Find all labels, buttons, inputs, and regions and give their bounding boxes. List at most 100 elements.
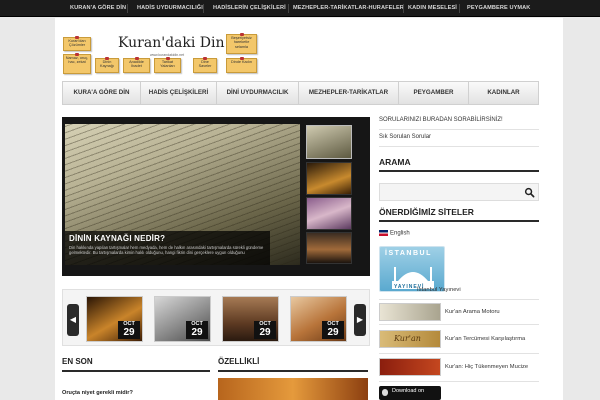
pin-icon (105, 57, 109, 60)
topnav-separator (459, 4, 460, 13)
search-input[interactable] (383, 186, 518, 198)
pin-icon (165, 57, 170, 60)
date-day: 29 (123, 327, 135, 338)
post-carousel: ◀ OCT 29 OCT 29 OCT 29 OCT 29 ▶ (62, 289, 370, 346)
section-heading-latest: EN SON (62, 357, 93, 366)
sidebar-divider (379, 299, 539, 300)
sticky-note: Kuran'dan Çözümler (63, 36, 91, 51)
nav-item-kurana-gore-din[interactable]: KURA'A GÖRE DİN (63, 82, 141, 104)
carousel-next-button[interactable]: ▶ (354, 304, 366, 336)
nav-item-hadis-celiskileri[interactable]: HADİS ÇELİŞKİLERİ (141, 82, 217, 104)
quran-translation-link[interactable]: Kur'an Tercümesi Karşılaştırma (445, 336, 525, 342)
sidebar-divider (379, 324, 539, 325)
app-store-badge[interactable]: Download on (379, 386, 441, 400)
carousel-item[interactable]: OCT 29 (86, 296, 143, 342)
topnav-item-peygambere-uymak[interactable]: PEYGAMBERE UYMAK (467, 0, 530, 17)
faq-link[interactable]: Sık Sorulan Sorular (379, 134, 431, 140)
search-box (379, 183, 539, 201)
topnav-item-hadislerin-celiskileri[interactable]: HADİSLERİN ÇELİŞKİLERİ (213, 0, 286, 17)
pin-icon (239, 57, 244, 60)
carousel-prev-button[interactable]: ◀ (67, 304, 79, 336)
sticky-note: Dinde Kadın (226, 57, 257, 73)
date-badge: OCT 29 (322, 321, 344, 339)
page-container: Kuran'dan Çözümler Namaz, oruç, hac, zek… (55, 18, 563, 400)
english-link[interactable]: English (379, 230, 410, 237)
section-divider (379, 220, 539, 222)
topnav-separator (288, 4, 289, 13)
sidebar-divider (379, 353, 539, 354)
date-badge: OCT 29 (118, 321, 140, 339)
section-divider (379, 170, 539, 172)
pin-icon (75, 36, 79, 39)
pin-icon (75, 53, 79, 56)
note-text: Anadilde İbadet (129, 60, 144, 69)
topnav-separator (203, 4, 204, 13)
note-text: Tarikat Yalanları (160, 60, 175, 69)
sticky-note: Anadilde İbadet (123, 57, 150, 73)
section-divider (218, 370, 368, 372)
english-label: English (390, 230, 410, 237)
sticky-note: Tarikat Yalanları (154, 57, 181, 73)
sidebar-divider (379, 381, 539, 382)
quran-miracle-banner[interactable] (379, 358, 441, 376)
nav-item-peygamber[interactable]: PEYGAMBER (399, 82, 469, 104)
carousel-item[interactable]: OCT 29 (222, 296, 279, 342)
quran-translation-banner[interactable]: Kur'an (379, 330, 441, 348)
pin-icon (239, 33, 244, 36)
quran-miracle-link[interactable]: Kur'an: Hiç Tükenmeyen Mucize (445, 364, 528, 370)
date-day: 29 (327, 327, 339, 338)
topnav-separator (403, 4, 404, 13)
sticky-note: Dine Saveler (193, 57, 217, 73)
topnav-item-hadis-uydurmaciligi[interactable]: HADİS UYDURMACILIĞI (137, 0, 203, 17)
topnav-item-kadin-meselesi[interactable]: KADIN MESELESİ (408, 0, 457, 17)
slide-title[interactable]: DİNİN KAYNAĞI NEDİR? (69, 234, 266, 243)
search-icon[interactable] (524, 187, 535, 198)
note-text: Dinde Kadın (231, 60, 252, 64)
note-text: Kuran'dan Çözümler (68, 39, 86, 48)
apple-icon (382, 389, 388, 396)
section-divider (62, 370, 210, 372)
download-label: Download on (392, 388, 425, 394)
nav-item-mezhepler-tarikatlar[interactable]: MEZHEPLER-TARİKATLAR (299, 82, 399, 104)
carousel-item[interactable]: OCT 29 (290, 296, 347, 342)
istanbul-yayinevi-link[interactable]: İstanbul Yayınevi (417, 287, 461, 293)
slider-thumbnail[interactable] (306, 162, 352, 195)
note-text: Beşeriyetsiz hareketle selamla (231, 36, 252, 49)
slider-thumbnail[interactable] (306, 197, 352, 230)
top-navigation-bar: KURAN'A GÖRE DİN HADİS UYDURMACILIĞI HAD… (0, 0, 600, 17)
date-badge: OCT 29 (186, 321, 208, 339)
quran-search-link[interactable]: Kur'an Arama Motoru (445, 309, 500, 315)
featured-post-image[interactable] (218, 378, 368, 400)
latest-post-title[interactable]: Oruçta niyet gerekli midir? (62, 390, 133, 396)
slide-excerpt: Din hakkında yapılan tartışmalar hem med… (69, 245, 264, 256)
sticky-note: Dinin Kaynağı (95, 57, 119, 73)
note-text: Dine Saveler (198, 60, 212, 69)
sidebar-divider (379, 129, 539, 130)
banner-text: Kur'an (394, 334, 421, 343)
topnav-separator (127, 4, 128, 13)
istanbul-yayinevi-logo[interactable]: İSTANBUL YAYINEVİ (379, 246, 445, 292)
carousel-item[interactable]: OCT 29 (154, 296, 211, 342)
istanbul-logo-text: İSTANBUL (385, 250, 432, 257)
sticky-note: Namaz, oruç, hac, zekat (63, 53, 91, 74)
sticky-note: Beşeriyetsiz hareketle selamla (226, 33, 257, 54)
slide-caption[interactable]: DİNİN KAYNAĞI NEDİR? Din hakkında yapıla… (65, 231, 270, 265)
date-day: 29 (191, 327, 203, 338)
slider-thumbnail[interactable] (306, 232, 352, 264)
nav-item-kadinlar[interactable]: KADINLAR (469, 82, 538, 104)
topnav-item-kurana-gore-din[interactable]: KURAN'A GÖRE DİN (70, 0, 126, 17)
date-badge: OCT 29 (254, 321, 276, 339)
topnav-item-mezhepler[interactable]: MEZHEPLER-TARİKATLAR-HURAFELER (293, 0, 404, 17)
quran-search-banner[interactable] (379, 303, 441, 321)
featured-slider: DİNİN KAYNAĞI NEDİR? Din hakkında yapıla… (62, 117, 370, 276)
pin-icon (134, 57, 139, 60)
note-text: Namaz, oruç, hac, zekat (65, 56, 89, 65)
search-heading: ARAMA (379, 157, 411, 167)
date-day: 29 (259, 327, 271, 338)
uk-flag-icon (379, 230, 388, 236)
main-navigation: KURA'A GÖRE DİN HADİS ÇELİŞKİLERİ DİNİ U… (62, 81, 539, 105)
nav-item-dini-uydurmacilik[interactable]: DİNİ UYDURMACILIK (217, 82, 299, 104)
note-text: Dinin Kaynağı (100, 60, 114, 69)
ask-questions-link[interactable]: SORULARINIZI BURADAN SORABİLİRSİNİZ! (379, 117, 503, 123)
slider-thumbnail[interactable] (306, 125, 352, 159)
